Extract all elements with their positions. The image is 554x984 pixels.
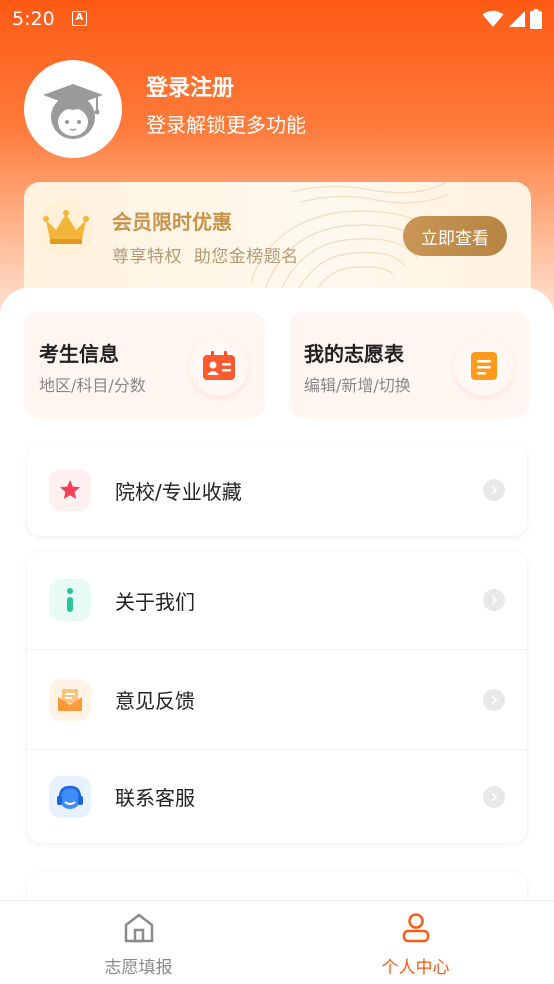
status-time: 5:20 xyxy=(12,8,55,30)
candidate-info-card[interactable]: 考生信息 地区/科目/分数 xyxy=(24,312,265,418)
login-subtitle: 登录解锁更多功能 xyxy=(146,113,306,137)
my-volunteer-title: 我的志愿表 xyxy=(304,342,404,366)
feedback-mail-icon xyxy=(49,678,91,721)
menu-item-favorites[interactable]: 院校/专业收藏 xyxy=(27,444,527,536)
headset-icon xyxy=(49,775,91,818)
crown-icon xyxy=(43,210,89,244)
tab-label: 志愿填报 xyxy=(104,958,173,978)
my-volunteer-card[interactable]: 我的志愿表 编辑/新增/切换 xyxy=(289,312,530,418)
menu-label: 意见反馈 xyxy=(115,689,195,713)
graduate-avatar-icon xyxy=(43,84,103,139)
chevron-right-icon xyxy=(483,589,505,611)
menu-item-about[interactable]: 关于我们 xyxy=(27,551,527,649)
settings-group: 关于我们 意见反馈 联系客服 xyxy=(27,551,527,843)
status-icons xyxy=(482,9,542,29)
view-now-button[interactable]: 立即查看 xyxy=(403,216,507,256)
menu-label: 关于我们 xyxy=(115,589,195,614)
cellular-signal-icon xyxy=(509,11,525,27)
vip-banner[interactable]: 会员限时优惠 尊享特权 助您金榜题名 立即查看 xyxy=(24,182,531,302)
wifi-icon xyxy=(482,10,504,27)
menu-label: 联系客服 xyxy=(115,786,195,810)
user-icon xyxy=(402,913,429,943)
login-register-link[interactable]: 登录注册 xyxy=(146,70,234,102)
tab-volunteer-filling[interactable]: 志愿填报 xyxy=(0,901,277,984)
menu-item-feedback[interactable]: 意见反馈 xyxy=(27,649,527,749)
tab-label: 个人中心 xyxy=(381,958,450,978)
document-icon xyxy=(454,336,514,396)
vip-title: 会员限时优惠 xyxy=(112,210,232,234)
favorites-group: 院校/专业收藏 xyxy=(27,444,527,536)
chevron-right-icon xyxy=(483,479,505,501)
tab-personal-center[interactable]: 个人中心 xyxy=(277,901,554,984)
id-card-icon xyxy=(189,336,249,396)
bottom-navigation: 志愿填报 个人中心 xyxy=(0,900,554,984)
chevron-right-icon xyxy=(483,688,505,711)
info-icon xyxy=(49,579,91,621)
candidate-info-subtitle: 地区/科目/分数 xyxy=(39,376,146,395)
menu-label: 院校/专业收藏 xyxy=(115,479,242,504)
my-volunteer-subtitle: 编辑/新增/切换 xyxy=(304,376,411,395)
candidate-info-title: 考生信息 xyxy=(39,342,119,366)
menu-item-customer-service[interactable]: 联系客服 xyxy=(27,749,527,843)
star-icon xyxy=(49,469,91,511)
crown-badge xyxy=(38,200,94,256)
chevron-right-icon xyxy=(483,785,505,808)
status-bar: 5:20 A xyxy=(0,0,554,38)
vip-subtitle: 尊享特权 助您金榜题名 xyxy=(112,247,299,267)
battery-icon xyxy=(530,9,542,29)
notification-icon: A xyxy=(72,11,87,26)
home-icon xyxy=(124,913,153,943)
avatar[interactable] xyxy=(24,60,122,158)
